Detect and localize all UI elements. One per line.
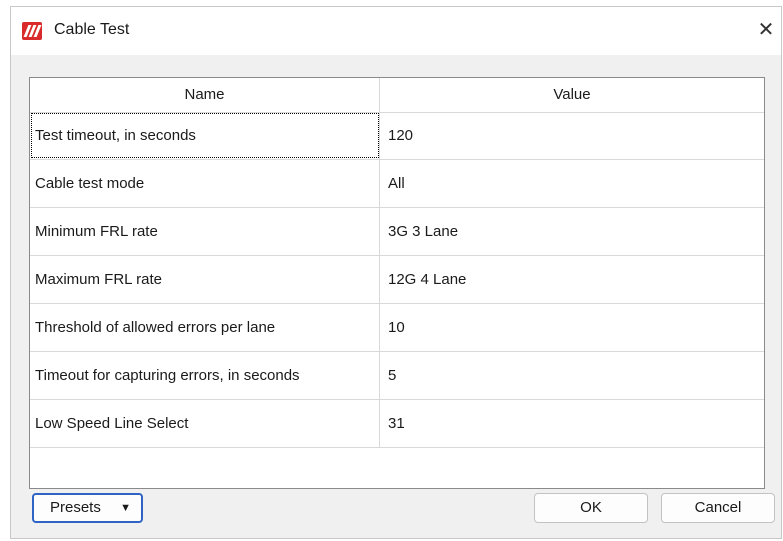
column-header-name[interactable]: Name (30, 78, 380, 112)
table-row[interactable]: Threshold of allowed errors per lane 10 (30, 304, 764, 352)
row-value-cell[interactable]: 120 (380, 112, 764, 159)
row-name-cell[interactable]: Low Speed Line Select (30, 400, 380, 447)
row-value-cell[interactable]: 3G 3 Lane (380, 208, 764, 255)
row-value-cell[interactable]: All (380, 160, 764, 207)
row-name-cell[interactable]: Minimum FRL rate (30, 208, 380, 255)
presets-label: Presets (50, 499, 101, 516)
table-row[interactable]: Timeout for capturing errors, in seconds… (30, 352, 764, 400)
settings-table: Name Value Test timeout, in seconds 120 … (29, 77, 765, 489)
row-name-cell[interactable]: Timeout for capturing errors, in seconds (30, 352, 380, 399)
cancel-button[interactable]: Cancel (661, 493, 775, 523)
table-row[interactable]: Minimum FRL rate 3G 3 Lane (30, 208, 764, 256)
presets-dropdown-button[interactable]: Presets ▼ (32, 493, 143, 523)
close-icon[interactable]: ✕ (753, 17, 779, 43)
column-header-value[interactable]: Value (380, 78, 764, 112)
chevron-down-icon: ▼ (120, 502, 131, 514)
title-bar: Cable Test ✕ (11, 7, 781, 55)
row-name-cell[interactable]: Cable test mode (30, 160, 380, 207)
ok-button[interactable]: OK (534, 493, 648, 523)
row-value-cell[interactable]: 5 (380, 352, 764, 399)
row-value-cell[interactable]: 31 (380, 400, 764, 447)
table-row[interactable]: Test timeout, in seconds 120 (30, 112, 764, 160)
row-value-cell[interactable]: 12G 4 Lane (380, 256, 764, 303)
table-row[interactable]: Maximum FRL rate 12G 4 Lane (30, 256, 764, 304)
table-row[interactable]: Cable test mode All (30, 160, 764, 208)
row-name-cell[interactable]: Maximum FRL rate (30, 256, 380, 303)
app-logo-icon (22, 22, 42, 40)
table-header: Name Value (30, 78, 764, 113)
cable-test-dialog: Cable Test ✕ Name Value Test timeout, in… (10, 6, 782, 539)
row-name-cell[interactable]: Threshold of allowed errors per lane (30, 304, 380, 351)
window-title: Cable Test (54, 21, 130, 38)
row-value-cell[interactable]: 10 (380, 304, 764, 351)
row-name-cell[interactable]: Test timeout, in seconds (30, 112, 380, 159)
table-row[interactable]: Low Speed Line Select 31 (30, 400, 764, 448)
